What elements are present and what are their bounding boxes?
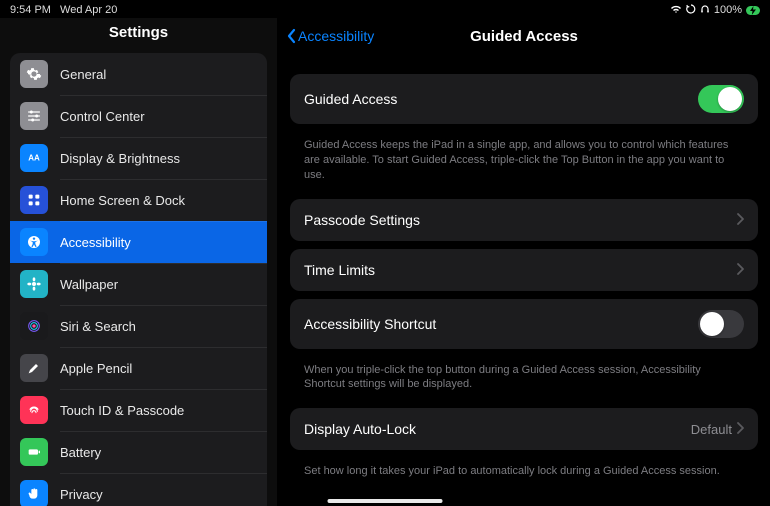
row-passcode[interactable]: Passcode Settings bbox=[290, 199, 758, 241]
sidebar-item-label: Wallpaper bbox=[60, 277, 257, 292]
siri-icon bbox=[20, 312, 48, 340]
fingerprint-icon bbox=[20, 396, 48, 424]
status-date: Wed Apr 20 bbox=[60, 4, 117, 16]
home-indicator[interactable] bbox=[328, 499, 443, 503]
battery-percent: 100% bbox=[714, 4, 742, 16]
sidebar-item-label: Control Center bbox=[60, 109, 257, 124]
accessibility-icon bbox=[20, 228, 48, 256]
sidebar-item-label: Battery bbox=[60, 445, 257, 460]
sidebar-item-label: General bbox=[60, 67, 257, 82]
row-label: Accessibility Shortcut bbox=[304, 316, 698, 332]
sidebar-item-label: Display & Brightness bbox=[60, 151, 257, 166]
wifi-icon bbox=[670, 4, 682, 17]
row-label: Passcode Settings bbox=[304, 212, 736, 228]
detail-group: Time Limits bbox=[290, 249, 758, 291]
sidebar-item-battery[interactable]: Battery bbox=[10, 431, 267, 473]
sidebar-item-label: Siri & Search bbox=[60, 319, 257, 334]
status-time: 9:54 PM bbox=[10, 4, 51, 16]
battery-charging-icon bbox=[746, 6, 760, 15]
pencil-icon bbox=[20, 354, 48, 382]
back-button[interactable]: Accessibility bbox=[286, 18, 374, 54]
sidebar-item-privacy[interactable]: Privacy bbox=[10, 473, 267, 506]
row-shortcut[interactable]: Accessibility Shortcut bbox=[290, 299, 758, 349]
sidebar-item-pencil[interactable]: Apple Pencil bbox=[10, 347, 267, 389]
detail-scroll[interactable]: Guided Access Guided Access keeps the iPa… bbox=[278, 54, 770, 506]
detail-header: Accessibility Guided Access bbox=[278, 18, 770, 54]
sidebar-scroll[interactable]: General Control Center AA Display & Brightn… bbox=[0, 53, 277, 506]
chevron-right-icon bbox=[736, 212, 744, 228]
hand-icon bbox=[20, 480, 48, 506]
sidebar-item-label: Touch ID & Passcode bbox=[60, 403, 257, 418]
detail-pane: Accessibility Guided Access Guided Acces… bbox=[278, 18, 770, 506]
row-autolock[interactable]: Display Auto-LockDefault bbox=[290, 408, 758, 450]
sidebar-item-label: Privacy bbox=[60, 487, 257, 502]
sidebar-item-control[interactable]: Control Center bbox=[10, 95, 267, 137]
row-value: Default bbox=[691, 422, 732, 437]
status-bar: 9:54 PM Wed Apr 20 100% bbox=[0, 0, 770, 18]
sidebar-group: General Control Center AA Display & Brightn… bbox=[10, 53, 267, 506]
sidebar-title: Settings bbox=[0, 18, 277, 53]
chevron-right-icon bbox=[736, 421, 744, 437]
chevron-right-icon bbox=[736, 262, 744, 278]
toggle-ga[interactable] bbox=[698, 85, 744, 113]
orientation-lock-icon bbox=[686, 4, 696, 17]
sidebar-item-label: Home Screen & Dock bbox=[60, 193, 257, 208]
gear-icon bbox=[20, 60, 48, 88]
row-label: Display Auto-Lock bbox=[304, 421, 691, 437]
svg-text:AA: AA bbox=[28, 154, 40, 163]
sidebar-item-siri[interactable]: Siri & Search bbox=[10, 305, 267, 347]
brightness-icon: AA bbox=[20, 144, 48, 172]
detail-title: Guided Access bbox=[470, 28, 578, 45]
row-label: Guided Access bbox=[304, 91, 698, 107]
detail-group: Passcode Settings bbox=[290, 199, 758, 241]
row-ga[interactable]: Guided Access bbox=[290, 74, 758, 124]
sidebar-item-wallpaper[interactable]: Wallpaper bbox=[10, 263, 267, 305]
chevron-left-icon bbox=[286, 28, 296, 44]
sliders-icon bbox=[20, 102, 48, 130]
sidebar-item-touchid[interactable]: Touch ID & Passcode bbox=[10, 389, 267, 431]
settings-sidebar: Settings General Control Center AA Display … bbox=[0, 18, 278, 506]
sidebar-item-label: Accessibility bbox=[60, 235, 257, 250]
detail-group: Display Auto-LockDefault bbox=[290, 408, 758, 450]
headphones-icon bbox=[700, 4, 710, 17]
detail-group: Guided Access bbox=[290, 74, 758, 124]
sidebar-item-general[interactable]: General bbox=[10, 53, 267, 95]
section-footer: Set how long it takes your iPad to autom… bbox=[290, 458, 758, 495]
battery-icon bbox=[20, 438, 48, 466]
detail-group: Accessibility Shortcut bbox=[290, 299, 758, 349]
toggle-shortcut[interactable] bbox=[698, 310, 744, 338]
flower-icon bbox=[20, 270, 48, 298]
sidebar-item-home[interactable]: Home Screen & Dock bbox=[10, 179, 267, 221]
section-footer: When you triple-click the top button dur… bbox=[290, 357, 758, 409]
sidebar-item-label: Apple Pencil bbox=[60, 361, 257, 376]
row-timelimits[interactable]: Time Limits bbox=[290, 249, 758, 291]
back-label: Accessibility bbox=[298, 28, 374, 44]
sidebar-item-accessibility[interactable]: Accessibility bbox=[10, 221, 267, 263]
sidebar-item-display[interactable]: AA Display & Brightness bbox=[10, 137, 267, 179]
grid-icon bbox=[20, 186, 48, 214]
section-footer: Guided Access keeps the iPad in a single… bbox=[290, 132, 758, 199]
row-label: Time Limits bbox=[304, 262, 736, 278]
